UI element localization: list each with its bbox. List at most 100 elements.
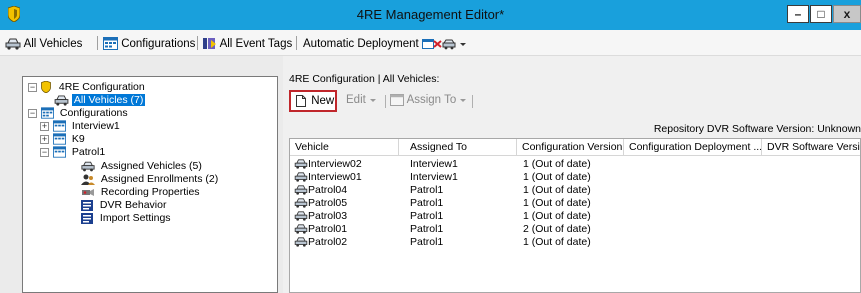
tree-item-all-vehicles[interactable]: All Vehicles (7) (54, 94, 146, 107)
enrollment-icon (81, 174, 95, 185)
tree-item-k9[interactable]: K9 (53, 133, 85, 146)
minimize-button[interactable]: – (787, 5, 809, 23)
car-icon (81, 161, 95, 172)
tree-item-assigned-vehicles[interactable]: Assigned Vehicles (5) (81, 160, 202, 173)
cell-configuration-version: 1 (Out of date) (523, 171, 591, 183)
tree-item-dvr-behavior[interactable]: DVR Behavior (81, 199, 166, 212)
column-divider[interactable] (516, 139, 517, 156)
cell-configuration-version: 1 (Out of date) (523, 158, 591, 170)
tree-item-label: Patrol1 (71, 146, 106, 158)
vehicle-name: Patrol02 (308, 236, 348, 248)
command-bar: New Edit Assign To (286, 90, 861, 112)
column-vehicle[interactable]: Vehicle (295, 141, 329, 153)
tree-item-assigned-enrollments[interactable]: Assigned Enrollments (2) (81, 173, 218, 186)
assign-to-label: Assign To (406, 94, 457, 107)
automatic-deployment-label: Automatic Deployment (303, 38, 419, 50)
collapse-icon[interactable]: − (28, 109, 37, 118)
edit-button[interactable]: Edit (346, 94, 377, 106)
car-icon (294, 224, 308, 234)
main-toolbar: All Vehicles Configurations All Event Ta… (0, 30, 861, 56)
table-header: Vehicle Assigned To Configuration Versio… (290, 139, 860, 156)
all-vehicles-button[interactable]: All Vehicles (5, 36, 82, 52)
car-icon (294, 159, 308, 169)
maximize-button[interactable]: □ (810, 5, 832, 23)
tree-item-configurations[interactable]: Configurations (41, 107, 128, 120)
tree-item-patrol[interactable]: Patrol1 (53, 146, 105, 159)
breadcrumb: 4RE Configuration | All Vehicles: (289, 73, 440, 85)
dvr-icon (81, 199, 93, 211)
calendar-icon (53, 133, 66, 145)
cell-configuration-version: 1 (Out of date) (523, 184, 591, 196)
document-icon (296, 94, 306, 107)
column-configuration-version[interactable]: Configuration Version (522, 141, 622, 153)
vehicle-name: Interview02 (308, 158, 362, 170)
tree-item-label: K9 (71, 133, 85, 145)
tree-item-recording-properties[interactable]: Recording Properties (81, 186, 200, 199)
expand-icon[interactable]: + (40, 135, 49, 144)
cell-assigned-to: Interview1 (410, 158, 458, 170)
expand-icon[interactable]: + (40, 122, 49, 131)
all-event-tags-button[interactable]: All Event Tags (203, 36, 292, 52)
dropdown-icon (370, 98, 377, 102)
dropdown-icon (460, 99, 467, 102)
tree-item-label: Import Settings (99, 212, 171, 224)
tree-item-label: Recording Properties (100, 186, 200, 198)
table-row[interactable]: Patrol05 Patrol1 1 (Out of date) (290, 197, 860, 210)
calendar-icon (53, 146, 66, 158)
tree-item-interview[interactable]: Interview1 (53, 120, 120, 133)
edit-label: Edit (346, 94, 366, 106)
column-divider[interactable] (761, 139, 762, 156)
dropdown-icon[interactable] (459, 40, 467, 48)
cell-assigned-to: Patrol1 (410, 210, 444, 222)
tree-item-label: Interview1 (71, 120, 120, 132)
assign-to-button[interactable]: Assign To (390, 94, 467, 106)
vehicle-name: Interview01 (308, 171, 362, 183)
tree-item-label: Assigned Enrollments (2) (100, 173, 219, 185)
table-row[interactable]: Interview01 Interview1 1 (Out of date) (290, 171, 860, 184)
cell-vehicle: Patrol05 (294, 197, 347, 210)
vehicle-name: Patrol04 (308, 184, 348, 196)
tree-item-label: DVR Behavior (99, 199, 167, 211)
cell-assigned-to: Patrol1 (410, 223, 444, 235)
car-icon (294, 211, 308, 221)
tree-item-label: Assigned Vehicles (5) (100, 160, 202, 172)
car-icon (5, 38, 21, 50)
table-row[interactable]: Patrol02 Patrol1 1 (Out of date) (290, 236, 860, 249)
tree-item-root[interactable]: 4RE Configuration (41, 81, 145, 94)
calendar-icon (53, 120, 66, 132)
column-configuration-deployment[interactable]: Configuration Deployment ... (629, 141, 762, 153)
tree-item-label: Configurations (59, 107, 128, 119)
cell-assigned-to: Patrol1 (410, 197, 444, 209)
left-panel: − 4RE Configuration All Vehicles (7) − C… (0, 56, 283, 293)
command-separator (472, 95, 473, 108)
tree-item-label: 4RE Configuration (58, 81, 145, 93)
tree-item-import-settings[interactable]: Import Settings (81, 212, 171, 225)
new-button[interactable]: New (289, 90, 337, 112)
cell-vehicle: Patrol03 (294, 210, 347, 223)
collapse-icon[interactable]: − (40, 148, 49, 157)
all-event-tags-label: All Event Tags (219, 38, 293, 50)
table-row[interactable]: Patrol01 Patrol1 2 (Out of date) (290, 223, 860, 236)
close-button[interactable]: x (833, 5, 861, 23)
car-icon (54, 95, 69, 106)
vehicle-name: Patrol03 (308, 210, 348, 222)
collapse-icon[interactable]: − (28, 83, 37, 92)
column-divider[interactable] (398, 139, 399, 156)
new-label: New (311, 95, 335, 107)
calendar-icon (103, 37, 118, 51)
automatic-deployment-button[interactable]: Automatic Deployment (303, 36, 467, 52)
car-icon (294, 237, 308, 247)
configurations-button[interactable]: Configurations (103, 36, 195, 52)
table-row[interactable]: Interview02 Interview1 1 (Out of date) (290, 158, 860, 171)
column-dvr-software-version[interactable]: DVR Software Version (767, 141, 860, 153)
cell-vehicle: Interview02 (294, 158, 362, 171)
calendar-icon (41, 107, 54, 119)
column-assigned-to[interactable]: Assigned To (410, 141, 467, 153)
table-row[interactable]: Patrol03 Patrol1 1 (Out of date) (290, 210, 860, 223)
cell-vehicle: Patrol04 (294, 184, 347, 197)
window-title: 4RE Management Editor* (356, 7, 505, 22)
toolbar-separator (296, 36, 297, 50)
column-divider[interactable] (623, 139, 624, 156)
cell-assigned-to: Patrol1 (410, 236, 444, 248)
table-row[interactable]: Patrol04 Patrol1 1 (Out of date) (290, 184, 860, 197)
